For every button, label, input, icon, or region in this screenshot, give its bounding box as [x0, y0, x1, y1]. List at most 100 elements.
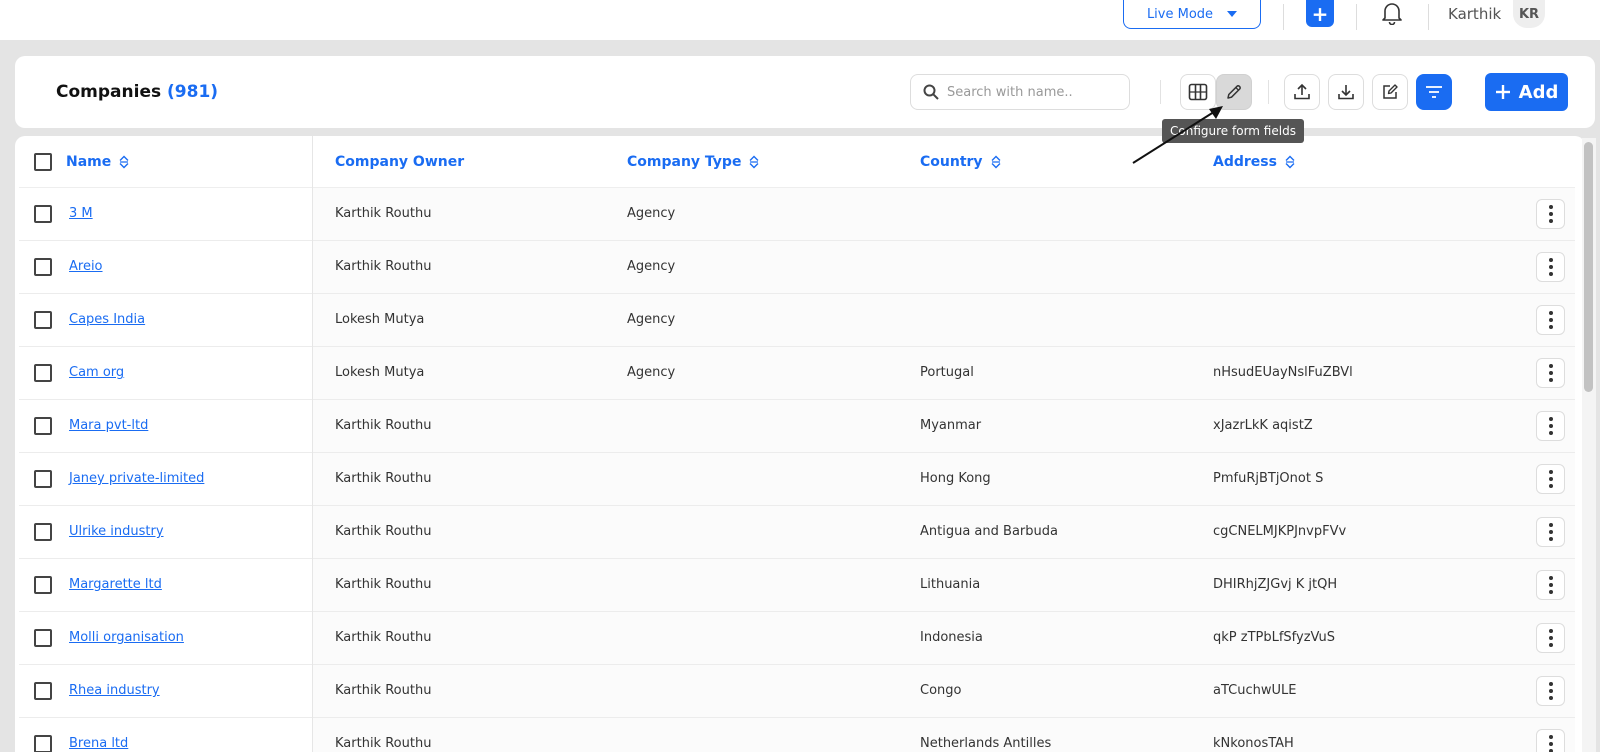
company-name-link[interactable]: Ulrike industry — [69, 524, 164, 539]
notifications-button[interactable] — [1380, 0, 1404, 26]
row-actions-button[interactable] — [1536, 676, 1565, 706]
row-checkbox[interactable] — [34, 470, 52, 488]
quick-add-button[interactable]: + — [1306, 0, 1334, 27]
more-vertical-icon — [1548, 325, 1553, 329]
search-box[interactable] — [910, 74, 1130, 110]
table-row[interactable]: Rhea industry Karthik Routhu Congo aTCuc… — [19, 665, 1575, 718]
top-bar: Live Mode + Karthik KR — [0, 0, 1600, 40]
row-actions-button[interactable] — [1536, 199, 1565, 229]
row-actions-button[interactable] — [1536, 358, 1565, 388]
country: Myanmar — [920, 418, 982, 433]
row-checkbox[interactable] — [34, 523, 52, 541]
more-vertical-icon — [1548, 590, 1553, 594]
company-type: Agency — [627, 206, 676, 221]
row-actions-button[interactable] — [1536, 305, 1565, 335]
row-actions-button[interactable] — [1536, 464, 1565, 494]
select-all-checkbox[interactable] — [34, 153, 52, 171]
scrollbar-thumb[interactable] — [1584, 142, 1593, 392]
more-vertical-icon — [1548, 643, 1553, 647]
more-vertical-icon — [1548, 431, 1553, 435]
chevron-down-icon — [1227, 11, 1238, 17]
country: Congo — [920, 683, 962, 698]
more-vertical-icon — [1548, 484, 1553, 488]
row-checkbox[interactable] — [34, 682, 52, 700]
bulk-edit-button[interactable] — [1372, 74, 1408, 110]
table-row[interactable]: Capes India Lokesh Mutya Agency — [19, 294, 1575, 347]
row-checkbox[interactable] — [34, 311, 52, 329]
name-cell: Ulrike industry — [19, 506, 312, 558]
country: Hong Kong — [920, 471, 991, 486]
column-header-name[interactable]: Name — [66, 154, 129, 170]
country: Indonesia — [920, 630, 983, 645]
company-owner: Lokesh Mutya — [335, 365, 425, 380]
divider — [1356, 4, 1357, 30]
row-checkbox[interactable] — [34, 258, 52, 276]
more-vertical-icon — [1548, 583, 1553, 587]
row-actions-button[interactable] — [1536, 517, 1565, 547]
table-row[interactable]: Ulrike industry Karthik Routhu Antigua a… — [19, 506, 1575, 559]
row-checkbox[interactable] — [34, 364, 52, 382]
search-input[interactable] — [947, 84, 1117, 100]
more-vertical-icon — [1548, 470, 1553, 474]
more-vertical-icon — [1548, 258, 1553, 262]
upload-button[interactable] — [1284, 74, 1320, 110]
table-row[interactable]: Margarette ltd Karthik Routhu Lithuania … — [19, 559, 1575, 612]
table-row[interactable]: Areio Karthik Routhu Agency — [19, 241, 1575, 294]
live-mode-dropdown[interactable]: Live Mode — [1123, 0, 1261, 29]
company-name-link[interactable]: Margarette ltd — [69, 577, 162, 592]
avatar[interactable]: KR — [1513, 0, 1545, 28]
column-header-owner[interactable]: Company Owner — [335, 154, 464, 170]
name-cell: 3 M — [19, 188, 312, 240]
row-actions-button[interactable] — [1536, 411, 1565, 441]
row-checkbox[interactable] — [34, 629, 52, 647]
row-actions-button[interactable] — [1536, 252, 1565, 282]
column-header-type[interactable]: Company Type — [627, 154, 759, 170]
more-vertical-icon — [1548, 364, 1553, 368]
more-vertical-icon — [1548, 311, 1553, 315]
company-name-link[interactable]: Janey private-limited — [69, 471, 204, 486]
company-name-link[interactable]: Areio — [69, 259, 103, 274]
company-name-link[interactable]: Rhea industry — [69, 683, 160, 698]
column-header-country[interactable]: Country — [920, 154, 1001, 170]
name-cell: Cam org — [19, 347, 312, 399]
add-label: Add — [1518, 81, 1559, 103]
table-row[interactable]: Brena ltd Karthik Routhu Netherlands Ant… — [19, 718, 1575, 752]
table-row[interactable]: Janey private-limited Karthik Routhu Hon… — [19, 453, 1575, 506]
row-checkbox[interactable] — [34, 576, 52, 594]
table-row[interactable]: Mara pvt-ltd Karthik Routhu Myanmar xJaz… — [19, 400, 1575, 453]
company-name-link[interactable]: Cam org — [69, 365, 124, 380]
add-company-button[interactable]: Add — [1485, 73, 1568, 111]
table-row[interactable]: 3 M Karthik Routhu Agency — [19, 188, 1575, 241]
country: Portugal — [920, 365, 974, 380]
sort-icon — [749, 155, 759, 169]
column-divider — [312, 136, 313, 752]
download-button[interactable] — [1328, 74, 1364, 110]
row-checkbox[interactable] — [34, 205, 52, 223]
sort-icon — [119, 155, 129, 169]
company-name-link[interactable]: Mara pvt-ltd — [69, 418, 148, 433]
plus-icon — [1495, 85, 1510, 99]
companies-table: Name Company Owner Company Type Country … — [15, 136, 1585, 752]
company-name-link[interactable]: Molli organisation — [69, 630, 184, 645]
address: cgCNELMJKPJnvpFVv — [1213, 524, 1347, 539]
user-name[interactable]: Karthik — [1448, 5, 1501, 23]
row-checkbox[interactable] — [34, 417, 52, 435]
company-name-link[interactable]: Brena ltd — [69, 736, 128, 751]
filter-button[interactable] — [1416, 74, 1452, 110]
column-header-label: Name — [66, 154, 112, 170]
company-name-link[interactable]: 3 M — [69, 206, 93, 221]
table-row[interactable]: Cam org Lokesh Mutya Agency Portugal nHs… — [19, 347, 1575, 400]
divider — [1428, 4, 1429, 30]
row-checkbox[interactable] — [34, 735, 52, 752]
row-actions-button[interactable] — [1536, 570, 1565, 600]
address: xJazrLkK aqistZ — [1213, 418, 1313, 433]
more-vertical-icon — [1548, 742, 1553, 746]
edit-box-icon — [1383, 84, 1398, 99]
column-header-label: Company Type — [627, 154, 742, 170]
table-row[interactable]: Molli organisation Karthik Routhu Indone… — [19, 612, 1575, 665]
more-vertical-icon — [1548, 682, 1553, 686]
plus-icon: + — [1311, 1, 1329, 26]
row-actions-button[interactable] — [1536, 729, 1565, 752]
company-name-link[interactable]: Capes India — [69, 312, 145, 327]
row-actions-button[interactable] — [1536, 623, 1565, 653]
